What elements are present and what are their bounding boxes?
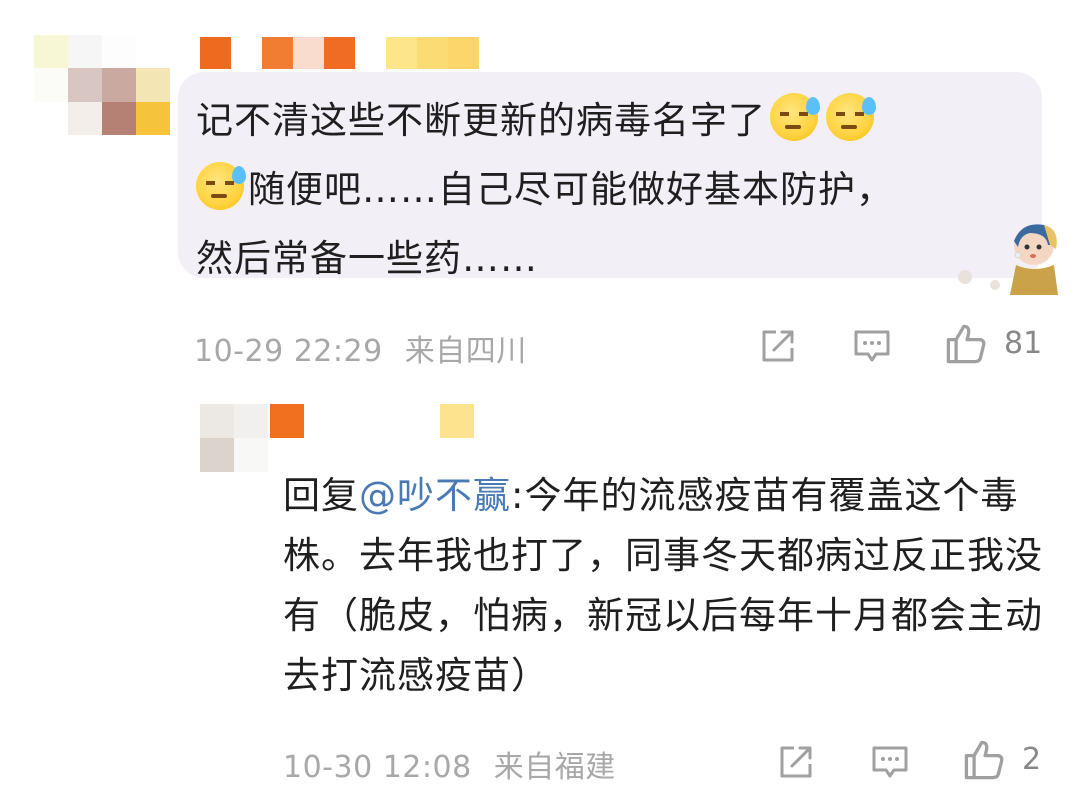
avatar[interactable] xyxy=(34,35,170,135)
comment-icon xyxy=(854,330,890,362)
reply-text: 回复@吵不赢:今年的流感疫苗有覆盖这个毒株。去年我也打了，同事冬天都病过反正我没… xyxy=(283,466,1043,706)
reply-prefix: 回复 xyxy=(283,474,359,517)
like-button[interactable] xyxy=(962,738,1006,782)
bubble-sticker-icon xyxy=(1010,224,1058,295)
comment-button[interactable] xyxy=(870,742,910,782)
reply-avatar[interactable] xyxy=(200,404,268,472)
like-count: 2 xyxy=(1022,742,1042,777)
sweat-emoji-icon xyxy=(196,162,246,210)
mention-link[interactable]: @吵不赢 xyxy=(359,474,511,517)
reply-location: 来自福建 xyxy=(493,750,616,785)
comment-meta: 10-29 22:29 来自四川 xyxy=(194,326,527,370)
share-icon xyxy=(762,330,794,362)
reply-meta: 10-30 12:08 来自福建 xyxy=(283,742,616,786)
like-button[interactable] xyxy=(944,322,988,366)
share-icon xyxy=(780,746,812,778)
comment-text: 记不清这些不断更新的病毒名字了 随便吧……自己尽可能做好基本防护， 然后常备一些… xyxy=(196,86,996,293)
pearl-decoration xyxy=(990,280,1000,290)
comment-text-line-1: 记不清这些不断更新的病毒名字了 xyxy=(196,99,766,142)
comment-text-line-3: 然后常备一些药…… xyxy=(196,237,538,280)
pearl-decoration xyxy=(958,270,972,284)
reply-time: 10-30 12:08 xyxy=(283,750,472,785)
share-button[interactable] xyxy=(758,326,798,366)
thumbs-up-icon xyxy=(946,324,986,364)
comment-time: 10-29 22:29 xyxy=(194,334,383,369)
reply-text-first: :今年的流感疫苗有覆盖 xyxy=(511,474,905,517)
comment-text-line-2: 随便吧……自己尽可能做好基本防护， xyxy=(248,168,894,211)
comment-icon xyxy=(872,746,908,778)
reply-username[interactable] xyxy=(270,404,474,438)
sweat-emoji-icon xyxy=(826,93,876,141)
thumbs-up-icon xyxy=(964,740,1004,780)
share-button[interactable] xyxy=(776,742,816,782)
comment-button[interactable] xyxy=(852,326,892,366)
like-count: 81 xyxy=(1004,326,1043,361)
sweat-emoji-icon xyxy=(770,93,820,141)
username[interactable] xyxy=(200,37,510,69)
comment-location: 来自四川 xyxy=(404,334,527,369)
